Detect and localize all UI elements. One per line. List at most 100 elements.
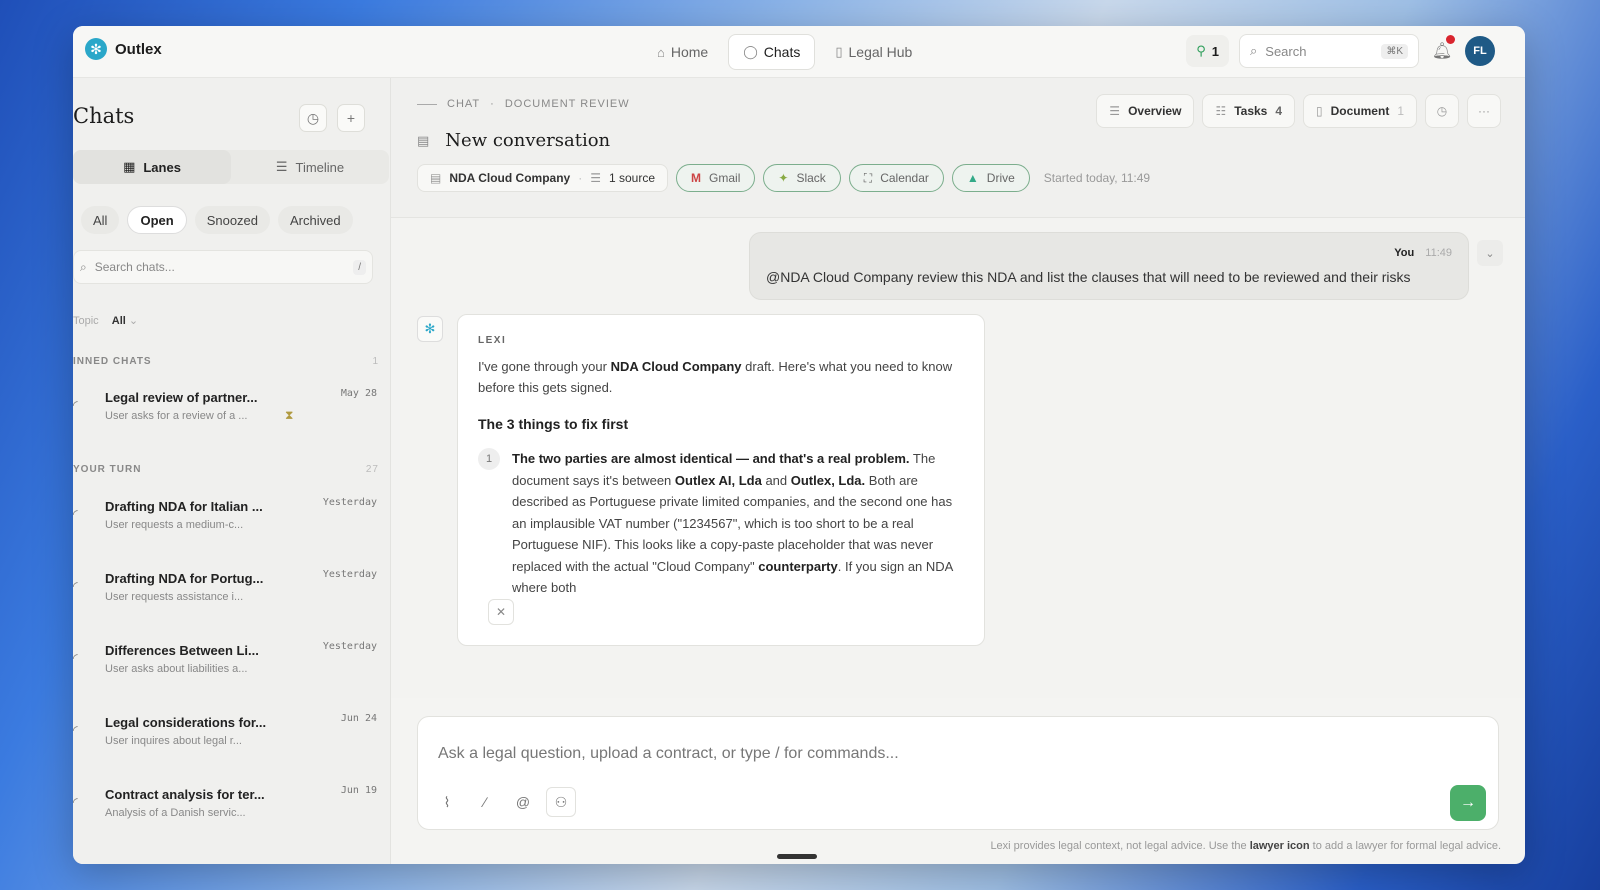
breadcrumb: CHAT · DOCUMENT REVIEW — [417, 98, 630, 110]
tab-timeline[interactable]: ☰ Timeline — [231, 150, 389, 184]
filter-snoozed[interactable]: Snoozed — [194, 206, 271, 234]
chat-title: Legal review of partner... — [105, 390, 258, 405]
point-bold-1: The two parties are almost identical — a… — [512, 451, 910, 466]
connector-calendar[interactable]: ⛶ Calendar — [848, 164, 944, 192]
list-item[interactable]: ◜ Drafting NDA for Italian ... User requ… — [73, 497, 385, 551]
tasks-button[interactable]: ☷ Tasks 4 — [1202, 94, 1296, 128]
sidebar: Chats ◷ + ▦ Lanes ☰ Timeline All Open Sn… — [73, 78, 391, 864]
topic-value: All — [111, 315, 126, 327]
tab-lanes[interactable]: ▦ Lanes — [73, 150, 231, 184]
collapse-chevron-icon[interactable]: ⌄ — [1477, 240, 1503, 266]
clock-icon: ◷ — [1436, 104, 1448, 118]
point-bold-3: Outlex, Lda. — [790, 472, 866, 488]
history-button[interactable]: ◷ — [299, 104, 327, 132]
chip-separator: · — [578, 171, 583, 185]
connector-drive-label: Drive — [986, 171, 1015, 185]
chat-search-input[interactable]: ⌕ Search chats... / — [73, 250, 373, 284]
document-icon: ▤ — [430, 171, 442, 185]
bell-icon: 🔔︎ — [1431, 43, 1453, 60]
assistant-heading: The 3 things to fix first — [478, 416, 629, 432]
message-thread: You 11:49 @NDA Cloud Company review this… — [391, 218, 1525, 698]
list-item[interactable]: ◜ Contract analysis for ter... Analysis … — [73, 785, 385, 839]
mention-button[interactable]: @ — [508, 787, 538, 817]
nav-home[interactable]: ⌂ Home — [643, 34, 722, 70]
close-icon: ✕ — [495, 605, 507, 619]
disclaimer-text-1: Lexi provides legal context, not legal a… — [990, 840, 1250, 852]
hourglass-icon: ⧗ — [285, 408, 294, 422]
stop-button[interactable]: ✕ — [488, 599, 514, 625]
breadcrumb-line — [417, 103, 437, 105]
history-button[interactable]: ◷ — [1425, 94, 1459, 128]
top-right-controls: ⚲ 1 ⌕ Search ⌘K 🔔︎ FL — [1186, 34, 1495, 68]
connector-slack[interactable]: ✦ Slack — [763, 164, 841, 192]
connections-count-value: 1 — [1211, 43, 1219, 59]
global-search-placeholder: Search — [1265, 43, 1307, 59]
source-chip[interactable]: ▤ NDA Cloud Company · ☰ 1 source — [417, 164, 669, 192]
chat-icon: ◜ — [73, 579, 78, 593]
list-item[interactable]: ◜ Legal review of partner... User asks f… — [73, 388, 385, 442]
connector-drive[interactable]: ▲ Drive — [951, 164, 1030, 192]
source-count: 1 source — [609, 171, 656, 185]
your-turn-section-header: YOUR TURN 27 — [73, 464, 383, 475]
gmail-icon: M — [691, 171, 702, 185]
user-message-author: You — [1394, 247, 1415, 259]
resize-handle[interactable] — [777, 854, 817, 859]
breadcrumb-chat[interactable]: CHAT — [447, 98, 480, 110]
nav-legal-hub-label: Legal Hub — [848, 44, 913, 60]
nav-home-label: Home — [670, 44, 709, 60]
connections-count[interactable]: ⚲ 1 — [1186, 35, 1229, 67]
connector-gmail[interactable]: M Gmail — [676, 164, 756, 192]
outlex-logo-icon: ✻ — [85, 38, 107, 60]
brand[interactable]: ✻ Outlex — [85, 38, 162, 60]
pinned-count: 1 — [372, 356, 379, 367]
assistant-name: LEXI — [478, 335, 507, 346]
filter-all[interactable]: All — [81, 206, 120, 234]
nav-chats[interactable]: ◯ Chats — [728, 34, 816, 70]
chat-subtitle: Analysis of a Danish servic... — [105, 807, 246, 819]
topic-filter[interactable]: Topic All ⌄ — [73, 314, 138, 327]
point-bold-4: counterparty — [758, 558, 838, 574]
new-chat-button[interactable]: + — [337, 104, 365, 132]
point-bold-2: Outlex AI, Lda — [674, 472, 762, 488]
nav-legal-hub[interactable]: ▯ Legal Hub — [821, 34, 926, 70]
composer-tools: ⌇ ∕ @ ⚇ — [432, 787, 576, 817]
overview-label: Overview — [1128, 104, 1182, 118]
lanes-icon: ▦ — [123, 159, 136, 174]
chat-title: Contract analysis for ter... — [105, 787, 265, 802]
list-item[interactable]: ◜ Drafting NDA for Portug... User reques… — [73, 569, 385, 623]
more-button[interactable]: ··· — [1467, 94, 1501, 128]
brand-name: Outlex — [115, 40, 162, 58]
header-actions: ☰ Overview ☷ Tasks 4 ▯ Document 1 ◷ ··· — [1096, 94, 1501, 128]
document-button[interactable]: ▯ Document 1 — [1303, 94, 1417, 128]
pin-icon: ◜ — [73, 398, 78, 412]
chat-date: Jun 19 — [340, 785, 377, 796]
list-item[interactable]: ◜ Differences Between Li... User asks ab… — [73, 641, 385, 695]
conversation-header: CHAT · DOCUMENT REVIEW ▤ New conversatio… — [391, 78, 1525, 218]
point-text-2: and — [761, 472, 791, 488]
clock-icon: ◷ — [306, 109, 320, 126]
notifications-button[interactable]: 🔔︎ — [1429, 35, 1455, 61]
global-search[interactable]: ⌕ Search ⌘K — [1239, 34, 1419, 68]
attach-button[interactable]: ⌇ — [432, 787, 462, 817]
document-label: Document — [1330, 104, 1390, 118]
chat-icon: ◜ — [73, 723, 78, 737]
timeline-icon: ☰ — [275, 159, 288, 174]
avatar[interactable]: FL — [1465, 36, 1495, 66]
lawyer-button[interactable]: ⚇ — [546, 787, 576, 817]
list-item[interactable]: ◜ Legal considerations for... User inqui… — [73, 713, 385, 767]
send-button[interactable]: → — [1450, 785, 1486, 821]
sidebar-title: Chats — [73, 104, 135, 128]
filter-open[interactable]: Open — [127, 206, 187, 234]
chat-subtitle: User asks about liabilities a... — [105, 663, 248, 675]
commands-button[interactable]: ∕ — [470, 787, 500, 817]
top-bar: ✻ Outlex ⌂ Home ◯ Chats ▯ Legal Hub ⚲ 1 — [73, 26, 1525, 78]
user-message-time: 11:49 — [1425, 247, 1452, 259]
overview-button[interactable]: ☰ Overview — [1096, 94, 1195, 128]
filter-archived[interactable]: Archived — [278, 206, 353, 234]
message-composer[interactable]: Ask a legal question, upload a contract,… — [417, 716, 1499, 830]
assistant-intro: I've gone through your NDA Cloud Company… — [478, 356, 964, 398]
slash-icon: ∕ — [483, 794, 487, 810]
search-icon: ⌕ — [80, 259, 87, 274]
composer-placeholder: Ask a legal question, upload a contract,… — [438, 745, 899, 762]
calendar-icon: ⛶ — [863, 170, 873, 185]
